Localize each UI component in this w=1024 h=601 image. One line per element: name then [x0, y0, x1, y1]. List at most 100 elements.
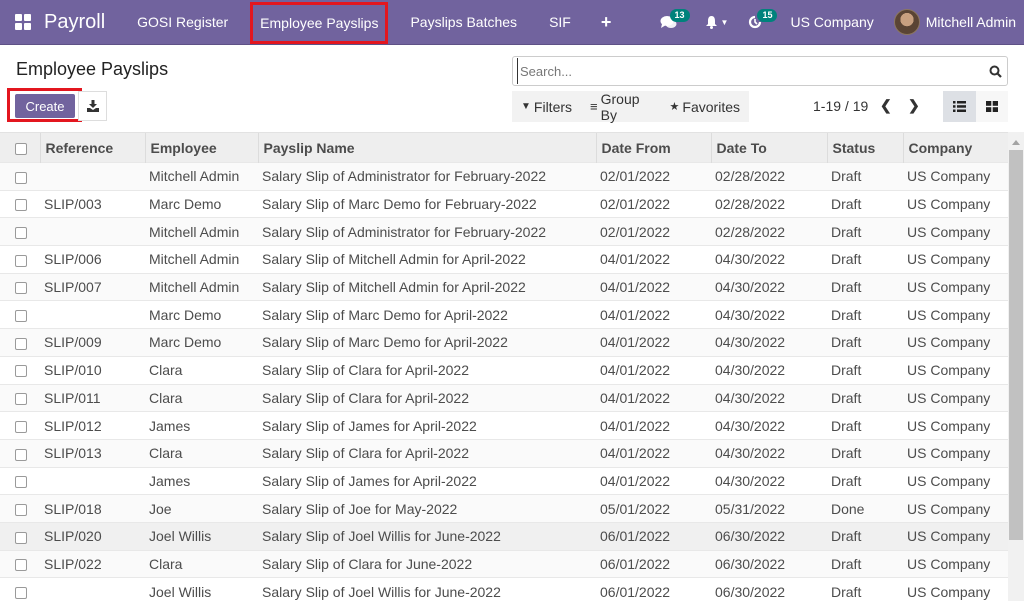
cell-employee: Joe [145, 494, 258, 523]
notifications-button[interactable]: ▼ [687, 0, 739, 45]
list-view-button[interactable] [943, 91, 976, 122]
cell-employee: Mitchell Admin [145, 217, 258, 246]
table-row[interactable]: Marc Demo Salary Slip of Marc Demo for Ap… [0, 300, 1008, 329]
export-button[interactable] [78, 91, 107, 121]
apps-menu-icon[interactable] [0, 0, 46, 45]
table-row[interactable]: SLIP/012 James Salary Slip of James for Ap… [0, 411, 1008, 440]
cell-company: US Company [903, 521, 1008, 551]
cell-reference: SLIP/011 [40, 383, 145, 412]
row-checkbox[interactable] [0, 494, 40, 523]
search-input[interactable] [517, 58, 983, 84]
search-icon[interactable] [983, 65, 1007, 78]
list-icon [953, 101, 966, 112]
cell-date-to: 04/30/2022 [711, 411, 827, 440]
cell-date-from: 02/01/2022 [596, 189, 711, 218]
cell-date-from: 04/01/2022 [596, 466, 711, 495]
row-checkbox[interactable] [0, 355, 40, 384]
cell-employee: Mitchell Admin [145, 272, 258, 301]
scroll-up-arrow-icon[interactable] [1012, 140, 1020, 145]
column-date-from[interactable]: Date From [595, 132, 711, 163]
cell-status: Draft [827, 245, 903, 274]
cell-company: US Company [903, 300, 1008, 329]
cell-company: US Company [903, 383, 1008, 412]
column-employee[interactable]: Employee [144, 132, 258, 163]
table-row[interactable]: SLIP/003 Marc Demo Salary Slip of Marc Dem… [0, 189, 1008, 218]
table-row[interactable]: SLIP/011 Clara Salary Slip of Clara for Ap… [0, 383, 1008, 412]
row-checkbox[interactable] [0, 549, 40, 578]
cell-company: US Company [903, 355, 1008, 384]
create-button[interactable]: Create [15, 94, 75, 118]
favorites-button[interactable]: ★ Favorites [661, 99, 749, 115]
cell-employee: Joel Willis [145, 577, 258, 601]
cell-status: Draft [827, 162, 903, 191]
pager-previous-icon[interactable]: ❮ [880, 97, 892, 114]
column-company[interactable]: Company [902, 132, 1008, 163]
cell-payslip-name: Salary Slip of Mitchell Admin for April-… [258, 272, 596, 301]
table-row[interactable]: SLIP/022 Clara Salary Slip of Clara for Ju… [0, 549, 1008, 578]
table-row[interactable]: SLIP/007 Mitchell Admin Salary Slip of Mit… [0, 272, 1008, 301]
cell-company: US Company [903, 466, 1008, 495]
row-checkbox[interactable] [0, 466, 40, 495]
table-row[interactable]: Joel Willis Salary Slip of Joel Willis fo… [0, 577, 1008, 601]
menu-gosi-register[interactable]: GOSI Register [121, 0, 244, 45]
user-menu[interactable]: Mitchell Admin [893, 9, 1024, 35]
cell-date-from: 04/01/2022 [596, 411, 711, 440]
row-checkbox[interactable] [0, 245, 40, 274]
row-checkbox[interactable] [0, 383, 40, 412]
column-date-to[interactable]: Date To [710, 132, 827, 163]
kanban-view-button[interactable] [976, 91, 1008, 122]
group-by-button[interactable]: ≡ Group By [581, 91, 661, 123]
table-row[interactable]: Mitchell Admin Salary Slip of Administrat… [0, 162, 1008, 191]
payslips-table: Reference Employee Payslip Name Date Fro… [0, 132, 1008, 601]
cell-date-from: 04/01/2022 [596, 383, 711, 412]
cell-employee: Marc Demo [145, 328, 258, 357]
menu-payslips-batches[interactable]: Payslips Batches [394, 0, 533, 45]
cell-employee: Marc Demo [145, 300, 258, 329]
table-row[interactable]: SLIP/020 Joel Willis Salary Slip of Joel W… [0, 521, 1008, 551]
cell-date-from: 06/01/2022 [596, 577, 711, 601]
row-checkbox[interactable] [0, 438, 40, 468]
star-icon: ★ [669, 101, 680, 113]
table-header: Reference Employee Payslip Name Date Fro… [0, 132, 1008, 163]
table-row[interactable]: SLIP/018 Joe Salary Slip of Joe for May-20… [0, 494, 1008, 523]
activities-button[interactable]: 15 [738, 0, 778, 45]
table-row[interactable]: SLIP/009 Marc Demo Salary Slip of Marc Dem… [0, 328, 1008, 357]
menu-employee-payslips[interactable]: Employee Payslips [250, 2, 389, 44]
row-checkbox[interactable] [0, 577, 40, 601]
row-checkbox[interactable] [0, 411, 40, 440]
row-checkbox[interactable] [0, 189, 40, 218]
pager-next-icon[interactable]: ❯ [908, 97, 920, 114]
row-checkbox[interactable] [0, 328, 40, 357]
scroll-thumb[interactable] [1009, 150, 1023, 540]
select-all-checkbox[interactable] [0, 132, 40, 163]
cell-employee: Clara [145, 383, 258, 412]
activities-count-badge: 15 [757, 8, 778, 22]
table-row[interactable]: James Salary Slip of James for April-2022… [0, 466, 1008, 495]
row-checkbox[interactable] [0, 162, 40, 191]
cell-date-from: 02/01/2022 [596, 217, 711, 246]
table-row[interactable]: SLIP/013 Clara Salary Slip of Clara for Ap… [0, 438, 1008, 468]
row-checkbox[interactable] [0, 300, 40, 329]
table-scrollbar[interactable] [1008, 132, 1024, 601]
pager-value[interactable]: 1-19 / 19 [813, 98, 868, 114]
row-checkbox[interactable] [0, 272, 40, 301]
cell-reference: SLIP/007 [40, 272, 145, 301]
menu-sif[interactable]: SIF [533, 0, 587, 45]
column-payslip-name[interactable]: Payslip Name [257, 132, 596, 163]
cell-company: US Company [903, 245, 1008, 274]
cell-employee: Clara [145, 438, 258, 468]
filters-button[interactable]: ▼ Filters [512, 99, 581, 115]
row-checkbox[interactable] [0, 521, 40, 551]
cell-reference: SLIP/012 [40, 411, 145, 440]
table-row[interactable]: Mitchell Admin Salary Slip of Administrat… [0, 217, 1008, 246]
company-switcher[interactable]: US Company [772, 14, 893, 30]
table-row[interactable]: SLIP/006 Mitchell Admin Salary Slip of Mit… [0, 245, 1008, 274]
table-row[interactable]: SLIP/010 Clara Salary Slip of Clara for Ap… [0, 355, 1008, 384]
cell-payslip-name: Salary Slip of Administrator for Februar… [258, 217, 596, 246]
messages-button[interactable]: 13 [650, 0, 690, 45]
column-reference[interactable]: Reference [39, 132, 145, 163]
row-checkbox[interactable] [0, 217, 40, 246]
column-status[interactable]: Status [826, 132, 903, 163]
app-name[interactable]: Payroll [44, 11, 105, 34]
plus-icon[interactable]: + [587, 0, 626, 45]
